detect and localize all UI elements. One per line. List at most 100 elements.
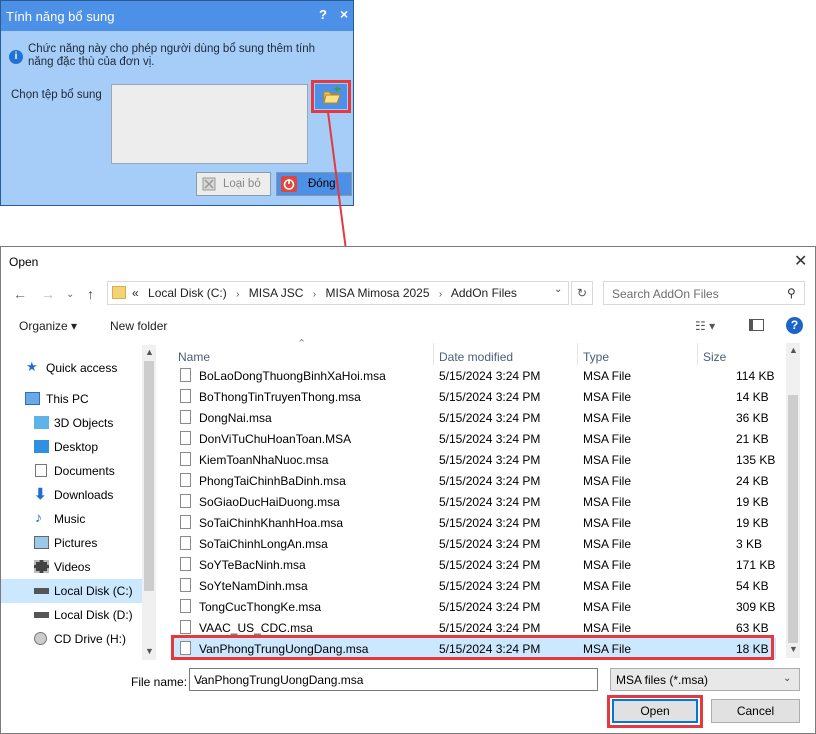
remove-icon [202, 177, 216, 191]
organize-button[interactable]: Organize ▾ [19, 319, 77, 333]
type-cell: MSA File [583, 621, 632, 635]
type-cell: MSA File [583, 558, 632, 572]
date-cell: 5/15/2024 3:24 PM [439, 495, 541, 509]
file-name-input[interactable]: VanPhongTrungUongDang.msa ⌄ [189, 668, 598, 691]
table-row[interactable]: KiemToanNhaNuoc.msa 5/15/2024 3:24 PM MSA … [171, 449, 776, 470]
size-cell: 171 KB [736, 558, 776, 572]
chevron-down-icon[interactable]: ⌄ [194, 673, 204, 687]
date-cell: 5/15/2024 3:24 PM [439, 579, 541, 593]
file-list-box[interactable] [111, 84, 308, 164]
file-icon [180, 368, 191, 382]
sidebar-item-3d-objects[interactable]: 3D Objects [1, 411, 144, 435]
type-cell: MSA File [583, 495, 632, 509]
breadcrumb-prefix[interactable]: « [132, 286, 139, 300]
table-row[interactable]: SoYTeBacNinh.msa 5/15/2024 3:24 PM MSA Fil… [171, 554, 776, 575]
table-row[interactable]: SoGiaoDucHaiDuong.msa 5/15/2024 3:24 PM MS… [171, 491, 776, 512]
table-row[interactable]: DonViTuChuHoanToan.MSA 5/15/2024 3:24 PM M… [171, 428, 776, 449]
connector-arrow [327, 111, 352, 264]
breadcrumb-item[interactable]: MISA Mimosa 2025 [325, 286, 429, 300]
table-row[interactable]: DongNai.msa 5/15/2024 3:24 PM MSA File 36 K… [171, 407, 776, 428]
breadcrumb-item[interactable]: MISA JSC [249, 286, 304, 300]
file-icon [180, 389, 191, 403]
scroll-up-icon[interactable]: ▲ [145, 347, 154, 357]
sidebar-item-label: Local Disk (D:) [54, 608, 133, 622]
new-folder-button[interactable]: New folder [110, 319, 167, 333]
file-icon [180, 599, 191, 613]
cancel-button[interactable]: Cancel [711, 699, 800, 723]
sidebar-item-pictures[interactable]: Pictures [1, 531, 144, 555]
date-cell: 5/15/2024 3:24 PM [439, 411, 541, 425]
back-arrow-icon[interactable]: ← [13, 286, 27, 302]
sidebar-item-this-pc[interactable]: This PC [1, 387, 144, 411]
column-header-size[interactable]: Size [703, 350, 726, 364]
close-icon[interactable]: × [340, 6, 348, 22]
scroll-down-icon[interactable]: ▼ [789, 644, 798, 654]
browse-button[interactable] [315, 84, 347, 109]
sidebar-item-local-disk-d[interactable]: Local Disk (D:) [1, 603, 144, 627]
column-header-name[interactable]: Name [178, 350, 210, 364]
sidebar-scroll-thumb[interactable] [144, 361, 154, 591]
sidebar-item-quick-access[interactable]: ★ Quick access [1, 356, 144, 380]
table-row[interactable]: BoThongTinTruyenThong.msa 5/15/2024 3:24 … [171, 386, 776, 407]
table-row[interactable]: BoLaoDongThuongBinhXaHoi.msa 5/15/2024 3:… [171, 365, 776, 386]
breadcrumb-item[interactable]: AddOn Files [451, 286, 517, 300]
pc-icon [25, 392, 40, 405]
chevron-right-icon: › [236, 289, 240, 300]
desktop-icon [34, 440, 49, 453]
sidebar-scrollbar[interactable]: ▲ ▼ [142, 345, 156, 660]
file-name-cell: SoGiaoDucHaiDuong.msa [199, 495, 340, 509]
sidebar-item-local-disk-c[interactable]: Local Disk (C:) [1, 579, 144, 603]
sidebar-item-desktop[interactable]: Desktop [1, 435, 144, 459]
sidebar-item-label: Pictures [54, 536, 98, 550]
table-row[interactable]: TongCucThongKe.msa 5/15/2024 3:24 PM MSA F… [171, 596, 776, 617]
help-icon[interactable]: ? [786, 317, 803, 334]
breadcrumb-item[interactable]: Local Disk (C:) [148, 286, 227, 300]
help-icon[interactable]: ? [319, 7, 327, 22]
size-cell: 21 KB [736, 432, 769, 446]
file-list-scroll-thumb[interactable] [788, 395, 798, 643]
size-cell: 135 KB [736, 453, 776, 467]
preview-pane-icon[interactable] [749, 319, 764, 331]
sidebar-item-cd-drive[interactable]: CD Drive (H:) [1, 627, 144, 651]
pictures-icon [34, 536, 49, 549]
column-header-date[interactable]: Date modified [439, 350, 513, 364]
scroll-up-icon[interactable]: ▲ [789, 345, 798, 355]
recent-dropdown-icon[interactable]: ⌄ [66, 289, 74, 300]
addon-title: Tính năng bổ sung [6, 9, 115, 24]
forward-arrow-icon[interactable]: → [41, 286, 55, 302]
file-list-scrollbar[interactable]: ▲ ▼ [786, 343, 800, 658]
size-cell: 36 KB [736, 411, 769, 425]
sidebar-item-music[interactable]: ♪ Music [1, 507, 144, 531]
refresh-icon[interactable]: ↻ [571, 281, 593, 305]
sidebar-item-downloads[interactable]: ⬇ Downloads [1, 483, 144, 507]
file-name-cell: DongNai.msa [199, 411, 272, 425]
cube-icon [34, 416, 49, 429]
address-dropdown-icon[interactable]: ⌄ [554, 284, 568, 295]
file-type-select[interactable]: MSA files (*.msa) ⌄ [610, 668, 800, 691]
file-label: Chọn tệp bổ sung [11, 89, 102, 101]
column-header-type[interactable]: Type [583, 350, 609, 364]
date-cell: 5/15/2024 3:24 PM [439, 600, 541, 614]
search-input[interactable]: Search AddOn Files ⚲ [603, 281, 805, 305]
view-options-icon[interactable]: ☷ ▾ [695, 319, 715, 333]
close-icon[interactable]: ✕ [794, 251, 807, 271]
address-bar[interactable]: « Local Disk (C:) › MISA JSC › MISA Mimo… [107, 281, 569, 305]
table-row[interactable]: SoYteNamDinh.msa 5/15/2024 3:24 PM MSA Fil… [171, 575, 776, 596]
file-icon [180, 515, 191, 529]
sidebar-item-documents[interactable]: Documents [1, 459, 144, 483]
type-cell: MSA File [583, 390, 632, 404]
sidebar-item-videos[interactable]: Videos [1, 555, 144, 579]
info-icon: i [9, 50, 23, 64]
scroll-down-icon[interactable]: ▼ [145, 646, 154, 656]
file-name-cell: SoYTeBacNinh.msa [199, 558, 306, 572]
open-button[interactable]: Open [612, 699, 698, 723]
file-name-cell: BoThongTinTruyenThong.msa [199, 390, 361, 404]
table-row[interactable]: PhongTaiChinhBaDinh.msa 5/15/2024 3:24 PM… [171, 470, 776, 491]
remove-button[interactable]: Loại bỏ [196, 172, 271, 196]
table-row[interactable]: SoTaiChinhLongAn.msa 5/15/2024 3:24 PM MSA… [171, 533, 776, 554]
file-icon [180, 431, 191, 445]
drive-icon [34, 588, 49, 594]
table-row[interactable]: SoTaiChinhKhanhHoa.msa 5/15/2024 3:24 PM M… [171, 512, 776, 533]
date-cell: 5/15/2024 3:24 PM [439, 537, 541, 551]
up-arrow-icon[interactable]: ↑ [87, 286, 94, 302]
